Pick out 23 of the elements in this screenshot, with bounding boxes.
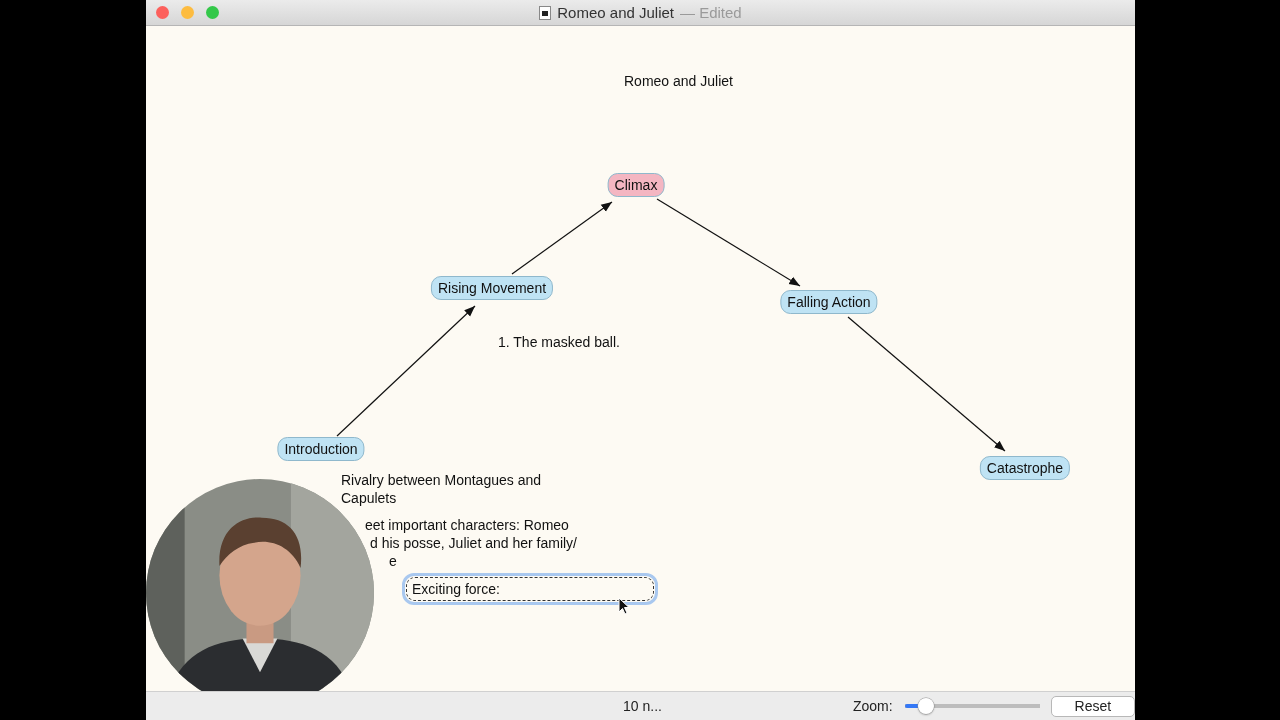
note-text: Rivalry between Montagues and Capulets [341,471,542,507]
concept-node[interactable]: Introduction [277,437,365,461]
note-text: e [389,552,398,570]
minimize-button[interactable] [181,6,194,19]
reset-button[interactable]: Reset [1050,695,1135,717]
note-text: eet important characters: Romeo [365,516,570,534]
window-title: Romeo and Juliet [557,4,674,21]
mouse-pointer-icon [618,597,630,615]
note-text: 1. The masked ball. [498,333,621,351]
zoom-button[interactable] [206,6,219,19]
item-count: 10 n... [623,698,662,714]
concept-node[interactable]: Falling Action [780,290,878,314]
note-text: d his posse, Juliet and her family/ [370,534,578,552]
concept-node[interactable]: Catastrophe [979,456,1071,480]
concept-node[interactable]: Rising Movement [430,276,554,300]
close-button[interactable] [156,6,169,19]
document-icon [539,5,552,20]
edited-status: — Edited [680,4,742,21]
zoom-label: Zoom: [852,698,893,714]
concept-node[interactable]: Climax [607,173,665,197]
map-title: Romeo and Juliet [624,73,733,89]
text-input-field[interactable]: Exciting force: [402,573,658,605]
slider-thumb[interactable] [918,698,935,714]
